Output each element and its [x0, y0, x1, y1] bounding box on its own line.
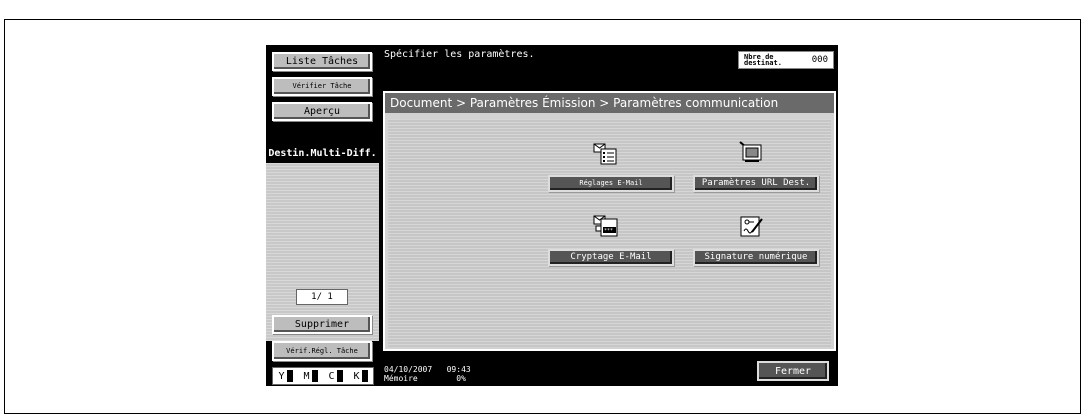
delete-button[interactable]: Supprimer: [272, 315, 372, 334]
toner-levels: Y M C K: [272, 367, 374, 385]
url-settings-label: Paramètres URL Dest.: [701, 178, 811, 188]
email-settings-label: Réglages E-Mail: [579, 179, 643, 187]
job-list-button[interactable]: Liste Tâches: [272, 52, 372, 71]
datetime: 04/10/2007 09:43: [384, 365, 471, 374]
email-encryption-label: Cryptage E-Mail: [570, 252, 652, 262]
verify-job-label: Vérifier Tâche: [292, 82, 352, 90]
function-area: Réglages E-Mail Paramètres URL Dest. ***: [388, 119, 831, 347]
job-list-label: Liste Tâches: [285, 55, 359, 67]
memory-label: Mémoire: [384, 374, 418, 383]
svg-text:***: ***: [604, 228, 613, 234]
destination-count-label: Nbre de destinat.: [744, 53, 782, 67]
toner-y: Y: [278, 370, 293, 382]
control-panel-screen: Liste Tâches Vérifier Tâche Aperçu Desti…: [266, 45, 838, 386]
toner-k: K: [353, 370, 368, 382]
destination-count-value: 000: [811, 55, 828, 65]
email-encryption-button[interactable]: Cryptage E-Mail: [548, 249, 674, 266]
preview-button[interactable]: Aperçu: [272, 102, 372, 121]
close-button[interactable]: Fermer: [757, 361, 829, 381]
monitor-icon: [739, 141, 762, 162]
page-indicator: 1/ 1: [296, 289, 348, 305]
status-footer: 04/10/2007 09:43 Mémoire 0%: [384, 365, 471, 383]
verify-settings-button[interactable]: Vérif.Régl. Tâche: [272, 341, 372, 361]
close-label: Fermer: [774, 365, 812, 377]
left-sidebar: Liste Tâches Vérifier Tâche Aperçu Desti…: [266, 45, 379, 386]
preview-label: Aperçu: [303, 105, 341, 117]
toner-m-bar-icon: [311, 370, 318, 382]
destination-count-box: Nbre de destinat. 000: [738, 51, 834, 69]
email-encryption-icon: ***: [593, 215, 618, 237]
toner-k-bar-icon: [361, 370, 368, 382]
multi-dest-tab[interactable]: Destin.Multi-Diff.: [266, 145, 379, 163]
toner-c-bar-icon: [336, 370, 343, 382]
url-settings-button[interactable]: Paramètres URL Dest.: [693, 175, 819, 192]
breadcrumb: Document > Paramètres Émission > Paramèt…: [385, 93, 834, 113]
toner-c: C: [328, 370, 343, 382]
digital-signature-button[interactable]: Signature numérique: [693, 249, 819, 266]
memory-value: 0%: [456, 374, 466, 383]
email-list-icon: [593, 143, 617, 165]
email-settings-button[interactable]: Réglages E-Mail: [548, 175, 674, 192]
delete-label: Supprimer: [294, 318, 350, 330]
digital-signature-icon: [740, 216, 763, 237]
main-panel: Document > Paramètres Émission > Paramèt…: [383, 91, 836, 351]
verify-job-button[interactable]: Vérifier Tâche: [272, 77, 372, 96]
toner-m: M: [303, 370, 318, 382]
digital-signature-label: Signature numérique: [704, 252, 808, 262]
verify-settings-label: Vérif.Régl. Tâche: [286, 346, 358, 355]
instruction-message: Spécifier les paramètres.: [384, 49, 535, 60]
toner-y-bar-icon: [286, 370, 293, 382]
